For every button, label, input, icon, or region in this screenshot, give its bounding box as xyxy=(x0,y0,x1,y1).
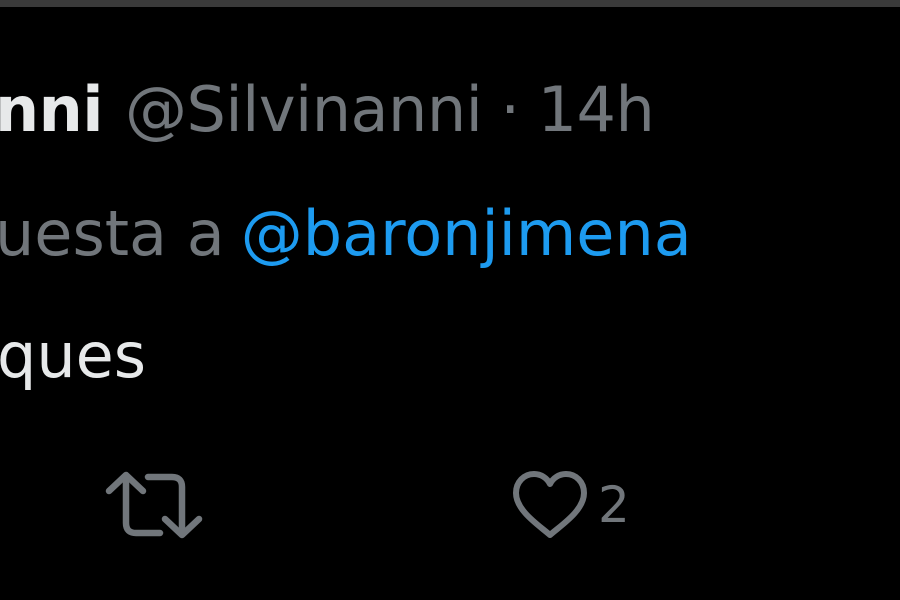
retweet-button[interactable] xyxy=(104,469,204,541)
header-separator: · xyxy=(500,73,520,146)
like-count: 2 xyxy=(598,476,630,534)
display-name[interactable]: nni xyxy=(0,73,104,146)
heart-icon xyxy=(513,471,587,538)
tweet-header: nni @Silvinanni · 14h xyxy=(0,73,655,147)
reply-context: uesta a @baronjimena xyxy=(0,197,692,271)
reply-prefix: uesta a xyxy=(0,197,225,270)
tweet-text: ques xyxy=(0,319,147,392)
tweet-card[interactable]: nni @Silvinanni · 14h uesta a @baronjimena q… xyxy=(0,7,900,600)
tweet-timestamp[interactable]: 14h xyxy=(538,73,655,146)
retweet-icon xyxy=(105,471,203,539)
like-button[interactable]: 2 xyxy=(510,469,630,541)
top-divider xyxy=(0,0,900,7)
user-handle[interactable]: @Silvinanni xyxy=(125,73,483,146)
reply-mention-link[interactable]: @baronjimena xyxy=(241,197,692,270)
